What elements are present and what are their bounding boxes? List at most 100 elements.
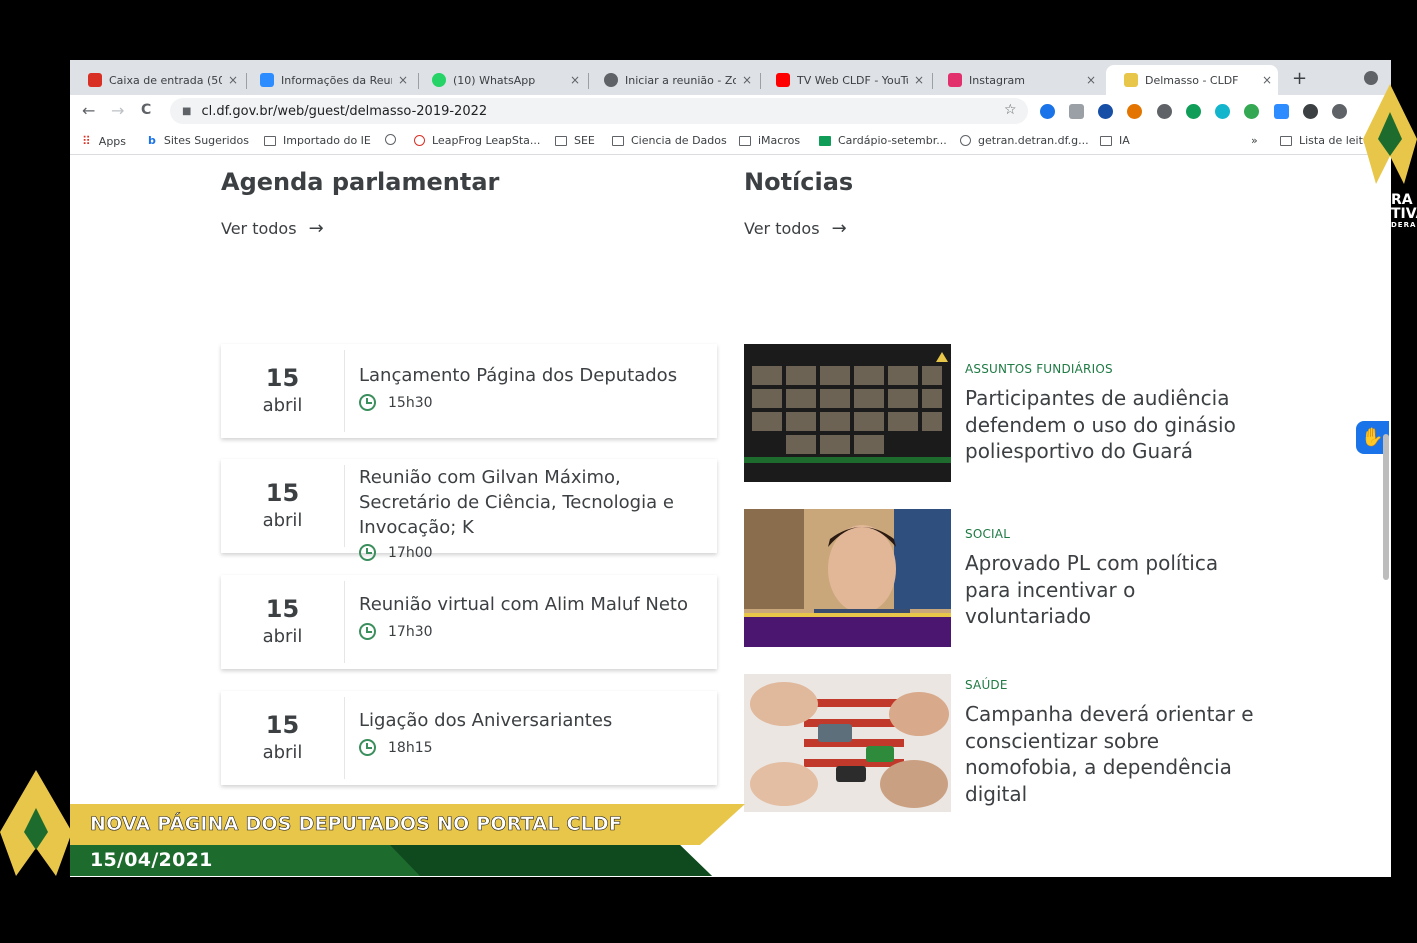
event-date: 15 abril (221, 581, 345, 663)
bookmark-apps[interactable]: ⠿ Apps (82, 134, 126, 148)
news-see-all-link[interactable]: Ver todos → (744, 218, 847, 239)
page-scrollbar[interactable] (1383, 434, 1389, 580)
news-thumbnail[interactable] (744, 509, 951, 647)
news-thumbnail[interactable] (744, 344, 951, 482)
bookmark-label: Importado do IE (283, 134, 371, 147)
extension-icon[interactable] (1186, 104, 1201, 119)
skype-extension-icon[interactable] (1040, 104, 1055, 119)
tab-youtube[interactable]: TV Web CLDF - YouTu × (758, 65, 930, 95)
event-title: Reunião com Gilvan Máximo, Secretário de… (359, 467, 674, 538)
bookmark-label: Cardápio-setembr... (838, 134, 947, 147)
tab-label: Delmasso - CLDF (1145, 73, 1239, 87)
lower-third-headline: NOVA PÁGINA DOS DEPUTADOS NO PORTAL CLDF (90, 813, 623, 836)
apps-grid-icon: ⠿ (82, 134, 91, 148)
news-category: ASSUNTOS FUNDIÁRIOS (965, 362, 1113, 376)
tab-strip: Caixa de entrada (50 × Informações da Re… (70, 60, 1391, 95)
bookmark-importado-ie[interactable]: Importado do IE (264, 134, 371, 147)
event-time-text: 17h30 (388, 623, 433, 640)
extension-icon[interactable] (1157, 104, 1172, 119)
puzzle-icon[interactable] (1303, 104, 1318, 119)
zoom-extension-icon[interactable] (1274, 104, 1289, 119)
close-icon[interactable]: × (742, 73, 752, 87)
bookmark-cardapio[interactable]: Cardápio-setembr... (819, 134, 947, 147)
news-headline-link[interactable]: Campanha deverá orientar e conscientizar… (965, 701, 1255, 807)
news-headline-link[interactable]: Participantes de audiência defendem o us… (965, 385, 1255, 465)
event-time-text: 18h15 (388, 739, 433, 756)
tab-delmasso[interactable]: Delmasso - CLDF × (1106, 65, 1278, 95)
back-button[interactable]: ← (82, 101, 95, 120)
extension-icon[interactable] (1244, 104, 1259, 119)
news-headline-link[interactable]: Aprovado PL com política para incentivar… (965, 550, 1255, 630)
extension-icon[interactable] (1069, 104, 1084, 119)
zoom-icon (260, 73, 274, 87)
globe-icon (960, 135, 971, 146)
agenda-event[interactable]: 15 abril Reunião com Gilvan Máximo, Secr… (221, 459, 717, 561)
see-all-label: Ver todos (744, 219, 820, 238)
reading-list-icon (1280, 135, 1292, 146)
tab-label: Iniciar a reunião - Zo (625, 73, 736, 87)
close-icon[interactable]: × (398, 73, 408, 87)
messenger-extension-icon[interactable] (1098, 104, 1113, 119)
folder-icon (1100, 135, 1112, 146)
bookmark-globe[interactable] (385, 134, 403, 145)
agenda-title: Agenda parlamentar (221, 168, 500, 196)
forward-button[interactable]: → (111, 101, 124, 120)
phones-thumbnail (744, 674, 951, 812)
chevron-double-right-icon: » (1251, 134, 1258, 147)
event-body: Lançamento Página dos Deputados 15h30 (345, 344, 717, 438)
bookmark-label: IA (1119, 134, 1130, 147)
news-thumbnail[interactable] (744, 674, 951, 812)
bookmark-imacros[interactable]: iMacros (739, 134, 800, 147)
folder-icon (264, 135, 276, 146)
tab-label: (10) WhatsApp (453, 73, 536, 87)
youtube-icon (776, 73, 790, 87)
event-day: 15 (265, 711, 300, 739)
event-body: Reunião virtual com Alim Maluf Neto 17h3… (345, 575, 717, 669)
event-time: 18h15 (359, 739, 705, 756)
close-icon[interactable]: × (1086, 73, 1096, 87)
event-day: 15 (265, 364, 300, 392)
agenda-event[interactable]: 15 abril Reunião virtual com Alim Maluf … (221, 575, 717, 669)
see-all-label: Ver todos (221, 219, 297, 238)
close-icon[interactable]: × (570, 73, 580, 87)
address-bar[interactable]: ■ cl.df.gov.br/web/guest/delmasso-2019-2… (170, 98, 1028, 124)
new-tab-button[interactable]: + (1292, 68, 1307, 89)
react-extension-icon[interactable] (1215, 104, 1230, 119)
agenda-see-all-link[interactable]: Ver todos → (221, 218, 324, 239)
reload-button[interactable]: C (141, 102, 151, 118)
page-content: Agenda parlamentar Ver todos → Notícias … (70, 156, 1391, 877)
close-icon[interactable]: × (914, 73, 924, 87)
bookmark-label: SEE (574, 134, 595, 147)
clock-icon (359, 739, 376, 756)
tab-label: Caixa de entrada (50 (109, 73, 222, 87)
bookmark-label: Apps (98, 134, 127, 148)
bookmark-star-icon[interactable]: ☆ (1004, 102, 1017, 118)
lock-icon: ■ (182, 105, 192, 117)
bookmark-sites-sugeridos[interactable]: b Sites Sugeridos (148, 134, 249, 147)
logo-text-line: TIVA (1391, 206, 1417, 222)
bookmark-see[interactable]: SEE (555, 134, 595, 147)
bookmark-label: getran.detran.df.g... (978, 134, 1089, 147)
agenda-event[interactable]: 15 abril Lançamento Página dos Deputados… (221, 344, 717, 438)
bookmark-ia[interactable]: IA (1100, 134, 1130, 147)
bookmark-label: Ciencia de Dados (631, 134, 727, 147)
tab-whatsapp[interactable]: (10) WhatsApp × (414, 65, 586, 95)
tab-zoom-info[interactable]: Informações da Reuni × (242, 65, 414, 95)
gmail-icon (88, 73, 102, 87)
bookmark-leapfrog[interactable]: LeapFrog LeapSta... (414, 134, 540, 147)
event-time-text: 17h00 (388, 544, 433, 561)
more-bookmarks-button[interactable]: » (1251, 134, 1258, 147)
tab-gmail[interactable]: Caixa de entrada (50 × (70, 65, 244, 95)
event-month: abril (262, 626, 303, 647)
tab-instagram[interactable]: Instagram × (930, 65, 1102, 95)
bookmark-getran[interactable]: getran.detran.df.g... (960, 134, 1089, 147)
extension-icon[interactable] (1127, 104, 1142, 119)
close-icon[interactable]: × (228, 73, 238, 87)
video-frame: Caixa de entrada (50 × Informações da Re… (0, 0, 1417, 943)
event-month: abril (262, 395, 303, 416)
close-icon[interactable]: × (1262, 73, 1272, 87)
tab-label: Instagram (969, 73, 1025, 87)
bookmark-ciencia-dados[interactable]: Ciencia de Dados (612, 134, 727, 147)
tab-search-icon[interactable] (1364, 71, 1378, 85)
tab-zoom-meeting[interactable]: Iniciar a reunião - Zo × (586, 65, 758, 95)
